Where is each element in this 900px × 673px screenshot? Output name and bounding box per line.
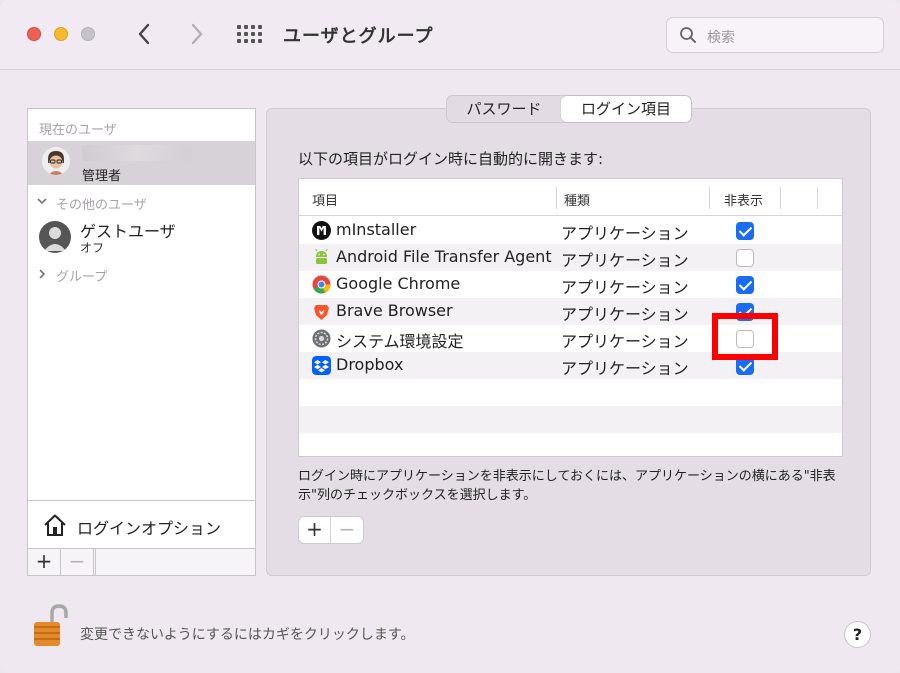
house-icon — [44, 514, 66, 536]
table-row[interactable]: mInstaller アプリケーション — [299, 217, 842, 244]
table-row[interactable]: Android File Transfer Agent アプリケーション — [299, 244, 842, 271]
app-kind: アプリケーション — [561, 359, 689, 378]
chevron-left-icon — [138, 23, 150, 45]
hide-help-text: ログイン時にアプリケーションを非表示にしておくには、アプリケーションの横にある"… — [298, 469, 836, 503]
toolbar-divider — [94, 549, 96, 575]
chevron-right-icon — [39, 269, 46, 279]
column-separator — [556, 187, 557, 209]
red-highlight-box — [712, 313, 778, 360]
close-window-button[interactable] — [27, 27, 41, 41]
app-name: システム環境設定 — [336, 332, 464, 351]
avatar — [42, 147, 70, 175]
brave-icon — [314, 305, 329, 320]
groups-header[interactable]: グループ — [28, 265, 255, 285]
forward-button[interactable] — [184, 20, 210, 48]
window-title: ユーザとグループ — [283, 26, 434, 47]
empty-row — [299, 379, 842, 406]
show-all-grid-icon[interactable] — [237, 25, 263, 45]
search-icon — [680, 27, 696, 43]
column-header-hide[interactable]: 非表示 — [724, 190, 763, 209]
search-placeholder: 検索 — [707, 30, 735, 46]
app-kind: アプリケーション — [561, 305, 689, 324]
column-header-item[interactable]: 項目 — [312, 190, 338, 209]
app-kind: アプリケーション — [561, 251, 689, 270]
other-users-label: その他のユーザ — [56, 198, 147, 213]
user-list-toolbar: + − — [28, 548, 255, 575]
login-options-label: ログインオプション — [77, 519, 222, 538]
app-name: Google Chrome — [336, 274, 461, 293]
other-users-header[interactable]: その他のユーザ — [28, 193, 255, 213]
column-header-kind[interactable]: 種類 — [564, 190, 590, 209]
search-field[interactable]: 検索 — [666, 17, 884, 53]
table-row[interactable]: Google Chrome アプリケーション — [299, 271, 842, 298]
lock-hint-text: 変更できないようにするにはカギをクリックします。 — [80, 627, 415, 643]
user-row-guest[interactable]: ゲストユーザ オフ — [28, 215, 255, 263]
remove-user-button[interactable]: − — [61, 549, 94, 575]
hide-checkbox[interactable] — [736, 222, 754, 240]
empty-row — [299, 406, 842, 433]
app-name: Dropbox — [336, 355, 404, 374]
chrome-icon — [312, 275, 331, 294]
column-separator — [780, 187, 781, 209]
table-header: 項目 種類 非表示 — [299, 179, 842, 216]
titlebar: ユーザとグループ 検索 — [0, 0, 900, 70]
zoom-window-button[interactable] — [81, 27, 95, 41]
app-kind: アプリケーション — [561, 278, 689, 297]
app-name: Brave Browser — [336, 301, 453, 320]
app-name: Android File Transfer Agent — [336, 247, 552, 266]
current-users-label: 現在のユーザ — [39, 123, 117, 138]
tab-bar: パスワード ログイン項目 — [446, 95, 692, 123]
tab-password[interactable]: パスワード — [447, 96, 561, 122]
avatar — [39, 221, 71, 253]
app-name: mInstaller — [336, 220, 417, 239]
admin-role-label: 管理者 — [82, 169, 122, 184]
system-preferences-icon — [312, 329, 331, 348]
android-icon — [315, 248, 328, 264]
back-button[interactable] — [132, 20, 158, 48]
chevron-right-icon — [191, 23, 203, 45]
remove-login-item-button[interactable]: − — [331, 517, 363, 543]
help-button[interactable]: ? — [844, 621, 871, 648]
add-login-item-button[interactable]: + — [299, 517, 331, 543]
window: ユーザとグループ 検索 現在のユーザ 管理者 その他のユーザ ゲストユーザ オフ… — [0, 0, 900, 673]
app-kind: アプリケーション — [561, 332, 689, 351]
column-separator — [817, 187, 818, 209]
chevron-down-icon — [37, 198, 47, 205]
person-icon — [44, 227, 66, 251]
dropbox-icon — [312, 356, 331, 375]
minstaller-icon — [312, 221, 331, 240]
add-remove-control: + − — [298, 516, 364, 544]
memoji-avatar-icon — [42, 147, 70, 175]
column-separator — [709, 187, 710, 209]
login-options-item[interactable]: ログインオプション — [28, 500, 255, 548]
blurred-user-name — [82, 145, 192, 161]
minimize-window-button[interactable] — [54, 27, 68, 41]
hide-checkbox[interactable] — [736, 276, 754, 294]
tab-login-items[interactable]: ログイン項目 — [561, 96, 691, 122]
login-items-intro: 以下の項目がログイン時に自動的に開きます: — [298, 150, 604, 168]
lock-open-icon[interactable] — [32, 604, 68, 648]
user-row-admin[interactable]: 管理者 — [28, 141, 255, 185]
user-list-panel: 現在のユーザ 管理者 その他のユーザ ゲストユーザ オフ グループ ログインオプ… — [27, 108, 256, 576]
app-kind: アプリケーション — [561, 224, 689, 243]
empty-row — [299, 433, 842, 456]
hide-checkbox[interactable] — [736, 249, 754, 267]
groups-label: グループ — [56, 270, 108, 285]
add-user-button[interactable]: + — [28, 549, 61, 575]
guest-user-status: オフ — [80, 241, 105, 255]
